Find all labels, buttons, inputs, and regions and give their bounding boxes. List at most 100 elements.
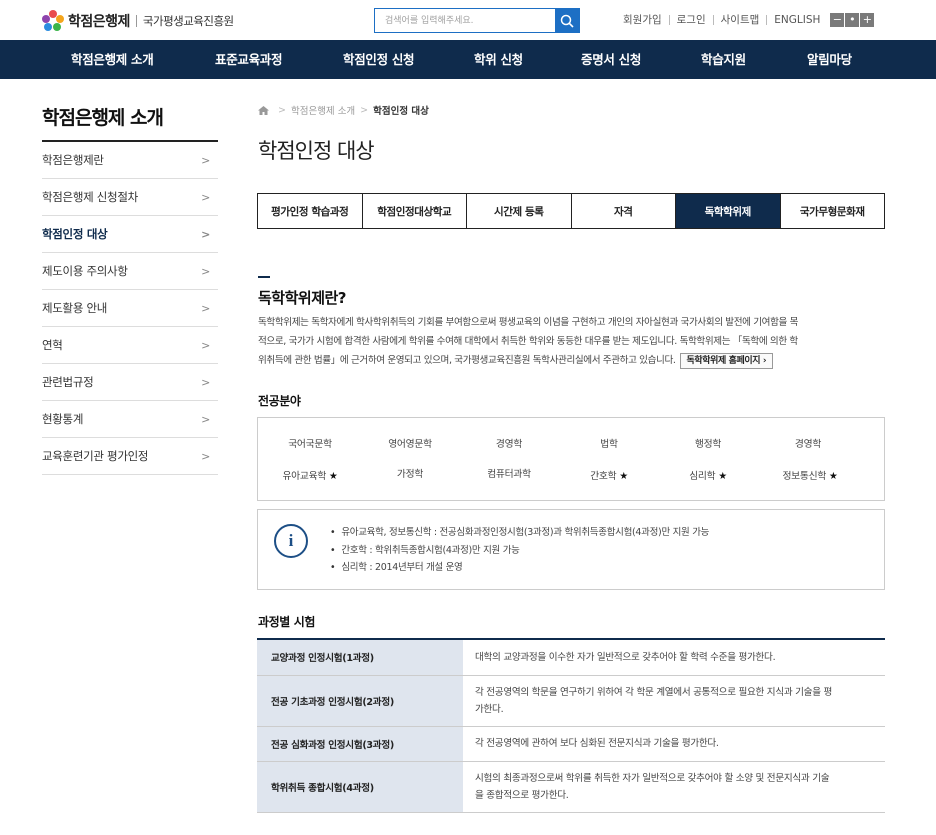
login-link[interactable]: 로그인 — [677, 12, 706, 27]
utility-links: 회원가입 로그인 사이트맵 ENGLISH − • + — [623, 12, 875, 27]
notice-list: 유아교육학, 정보통신학 : 전공심화과정인정시험(3과정)과 학위취득종합시험… — [330, 524, 709, 577]
sidebar-item[interactable]: 관련법규정 > — [42, 364, 218, 401]
exams-title: 과정별 시험 — [258, 615, 315, 629]
exam-name: 학위취득 종합시험(4과정) — [257, 761, 463, 813]
tab-intangible-heritage[interactable]: 국가무형문화재 — [781, 194, 885, 228]
star-icon: ★ — [718, 471, 727, 482]
star-icon: ★ — [829, 471, 838, 482]
major-item-starred: 심리학 ★ — [689, 471, 727, 482]
majors-title: 전공분야 — [258, 394, 301, 408]
zoom-reset-button[interactable]: • — [845, 12, 860, 27]
breadcrumb-separator: > — [360, 104, 369, 116]
exam-desc: 대학의 교양과정을 이수한 자가 일반적으로 갖추어야 할 학력 수준을 평가한… — [463, 639, 885, 676]
breadcrumb-separator: > — [278, 104, 286, 116]
table-row: 교양과정 인정시험(1과정) 대학의 교양과정을 이수한 자가 일반적으로 갖추… — [257, 639, 885, 676]
sidebar-item[interactable]: 학점은행제 신청절차 > — [42, 179, 218, 216]
zoom-controls: − • + — [830, 12, 875, 27]
util-divider — [668, 14, 670, 25]
util-divider — [766, 14, 768, 25]
nav-item-intro[interactable]: 학점은행제 소개 — [71, 40, 154, 79]
exam-name: 교양과정 인정시험(1과정) — [257, 639, 463, 676]
tab-part-time[interactable]: 시간제 등록 — [467, 194, 572, 228]
sidebar-item[interactable]: 학점은행제란 > — [42, 142, 218, 179]
star-icon: ★ — [619, 471, 628, 482]
sitemap-link[interactable]: 사이트맵 — [721, 12, 760, 27]
nav-item-notice[interactable]: 알림마당 — [807, 40, 852, 79]
nav-item-credit-apply[interactable]: 학점인정 신청 — [343, 40, 415, 79]
major-item-starred: 간호학 ★ — [590, 471, 628, 482]
notice-box: i 유아교육학, 정보통신학 : 전공심화과정인정시험(3과정)과 학위취득종합… — [257, 509, 885, 590]
sidebar-item[interactable]: 현황통계 > — [42, 401, 218, 438]
tab-bar: 평가인정 학습과정 학점인정대상학교 시간제 등록 자격 독학학위제 국가무형문… — [257, 193, 885, 229]
info-icon: i — [274, 524, 308, 558]
breadcrumb-current: 학점인정 대상 — [373, 106, 429, 117]
section-title: 독학학위제란? — [258, 289, 347, 307]
search-button[interactable] — [555, 9, 579, 32]
tab-accredited-school[interactable]: 학점인정대상학교 — [363, 194, 467, 228]
exam-desc: 각 전공영역의 학문을 연구하기 위하여 각 학문 계열에서 공통적으로 필요한… — [463, 675, 885, 727]
home-icon[interactable] — [258, 105, 269, 115]
breadcrumb: > 학점은행제 소개 > 학점인정 대상 — [258, 103, 429, 117]
major-item: 행정학 — [694, 439, 722, 450]
description-line: 독학학위제는 독학자에게 학사학위취득의 기회를 부여함으로써 평생교육의 이념… — [258, 317, 799, 328]
major-item: 영어영문학 — [388, 439, 432, 450]
description-line: 적으로, 국가가 시험에 합격한 사람에게 학위를 수여해 대학에서 취득한 학… — [258, 336, 798, 347]
english-link[interactable]: ENGLISH — [774, 14, 820, 26]
search-input[interactable] — [375, 9, 555, 32]
chevron-right-icon: > — [201, 153, 210, 167]
nav-item-degree-apply[interactable]: 학위 신청 — [474, 40, 523, 79]
major-item: 경영학 — [794, 439, 822, 450]
major-item: 경영학 — [495, 439, 523, 450]
tab-evaluation-course[interactable]: 평가인정 학습과정 — [258, 194, 363, 228]
exam-name: 전공 심화과정 인정시험(3과정) — [257, 726, 463, 762]
sidebar-item-label: 현황통계 — [42, 412, 84, 426]
exam-table: 교양과정 인정시험(1과정) 대학의 교양과정을 이수한 자가 일반적으로 갖추… — [257, 638, 885, 813]
logo-flower-icon — [42, 10, 64, 32]
zoom-out-button[interactable]: − — [830, 12, 845, 27]
section-accent-line — [258, 276, 270, 278]
sidebar-title: 학점은행제 소개 — [42, 107, 164, 129]
zoom-in-button[interactable]: + — [860, 12, 875, 27]
nav-item-support[interactable]: 학습지원 — [701, 40, 746, 79]
exam-desc: 시험의 최종과정으로써 학위를 취득한 자가 일반적으로 갖추어야 할 소양 및… — [463, 761, 885, 813]
chevron-right-icon: > — [201, 227, 210, 241]
major-item: 가정학 — [396, 469, 424, 480]
tab-license[interactable]: 자격 — [572, 194, 676, 228]
signup-link[interactable]: 회원가입 — [623, 12, 662, 27]
description-line-last: 위취득에 관한 법률」에 근거하여 운영되고 있으며, 국가평생교육진흥원 독학… — [258, 351, 888, 370]
sidebar-item-label: 제도활용 안내 — [42, 301, 108, 315]
search-box — [374, 8, 580, 33]
homepage-button[interactable]: 독학학위제 홈페이지 › — [679, 353, 774, 369]
sidebar-item[interactable]: 제도활용 안내 > — [42, 290, 218, 327]
table-row: 전공 기초과정 인정시험(2과정) 각 전공영역의 학문을 연구하기 위하여 각… — [257, 675, 885, 727]
chevron-right-icon: > — [201, 449, 210, 463]
star-icon: ★ — [329, 471, 338, 482]
table-row: 전공 심화과정 인정시험(3과정) 각 전공영역에 관하여 보다 심화된 전문지… — [257, 726, 885, 762]
logo-org: 국가평생교육진흥원 — [142, 14, 234, 28]
sidebar-item-label: 교육훈련기관 평가인정 — [42, 449, 149, 463]
chevron-right-icon: > — [201, 375, 210, 389]
tab-self-study-degree[interactable]: 독학학위제 — [676, 194, 781, 228]
site-logo[interactable]: 학점은행제 국가평생교육진흥원 — [42, 10, 234, 32]
sidebar-item[interactable]: 제도이용 주의사항 > — [42, 253, 218, 290]
logo-name: 학점은행제 — [68, 14, 130, 30]
util-divider — [712, 14, 714, 25]
chevron-right-icon: > — [201, 412, 210, 426]
breadcrumb-item[interactable]: 학점은행제 소개 — [291, 103, 355, 117]
nav-item-curriculum[interactable]: 표준교육과정 — [215, 40, 283, 79]
page-title: 학점인정 대상 — [258, 139, 375, 163]
chevron-right-icon: > — [201, 190, 210, 204]
major-item: 컴퓨터과학 — [487, 469, 531, 480]
sidebar-item[interactable]: 연혁 > — [42, 327, 218, 364]
notice-item: 유아교육학, 정보통신학 : 전공심화과정인정시험(3과정)과 학위취득종합시험… — [330, 524, 709, 542]
major-item-starred: 유아교육학 ★ — [282, 471, 338, 482]
major-item-starred: 정보통신학 ★ — [782, 471, 838, 482]
sidebar-item-active[interactable]: 학점인정 대상 > — [42, 216, 218, 253]
nav-item-certificate[interactable]: 증명서 신청 — [581, 40, 641, 79]
sidebar-item-label: 연혁 — [42, 338, 63, 352]
sidebar-item-label: 제도이용 주의사항 — [42, 264, 128, 278]
notice-item: 간호학 : 학위취득종합시험(4과정)만 지원 가능 — [330, 542, 709, 560]
chevron-right-icon: > — [201, 338, 210, 352]
sidebar-item[interactable]: 교육훈련기관 평가인정 > — [42, 438, 218, 475]
sidebar-item-label: 학점인정 대상 — [42, 227, 108, 241]
